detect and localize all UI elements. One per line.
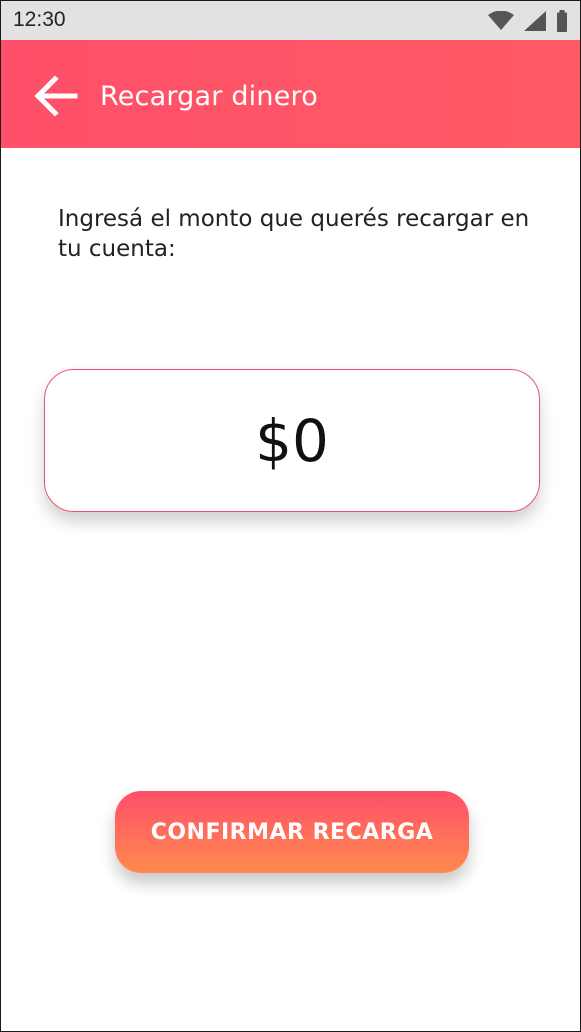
confirm-recharge-label: CONFIRMAR RECARGA xyxy=(150,819,434,845)
amount-card[interactable] xyxy=(44,369,540,512)
status-time: 12:30 xyxy=(13,8,66,31)
back-button[interactable] xyxy=(31,74,81,118)
app-screen: 12:30 Recargar dinero Ingresá el monto q… xyxy=(0,0,581,1032)
app-bar: Recargar dinero xyxy=(1,40,580,148)
amount-input[interactable] xyxy=(45,405,539,476)
instruction-text: Ingresá el monto que querés recargar en … xyxy=(58,206,530,262)
status-bar: 12:30 xyxy=(1,1,580,40)
wifi-icon xyxy=(488,11,514,31)
confirm-recharge-button[interactable]: CONFIRMAR RECARGA xyxy=(115,791,469,873)
arrow-left-icon xyxy=(31,74,81,118)
status-icons xyxy=(488,10,568,32)
battery-icon xyxy=(556,10,568,32)
signal-icon xyxy=(524,11,546,31)
page-title: Recargar dinero xyxy=(100,81,318,112)
